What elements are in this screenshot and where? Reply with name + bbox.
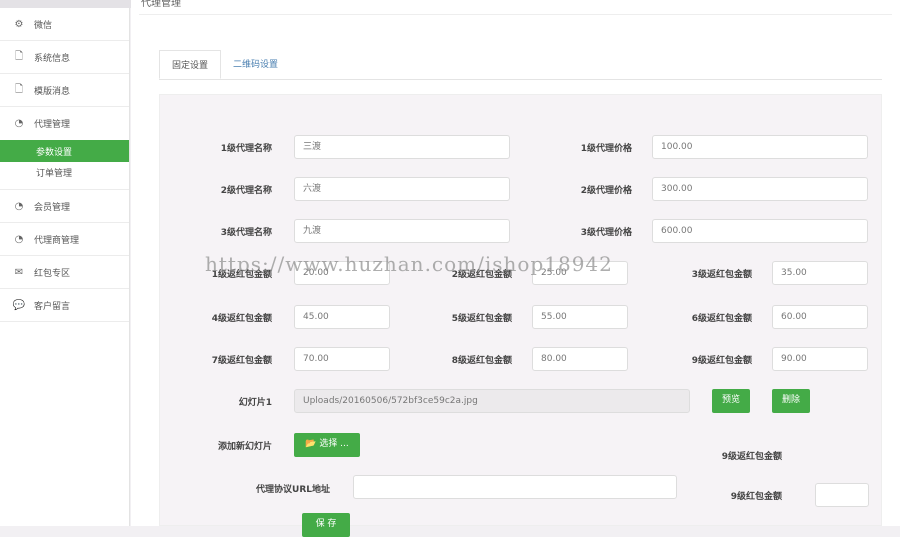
extra-label-1: 9级返红包金额: [721, 452, 782, 462]
rebate-label: 9级返红包金额: [691, 356, 752, 366]
rebate-input[interactable]: 80.00: [532, 347, 628, 371]
sidebar-item-wechat[interactable]: ⚙ 微信: [0, 8, 129, 41]
sidebar-label: 模版消息: [34, 86, 71, 97]
agent-price-label: 1级代理价格: [580, 144, 632, 154]
rebate-input[interactable]: 55.00: [532, 305, 628, 329]
slide-label: 幻灯片1: [238, 398, 272, 408]
comments-icon: 💬: [12, 299, 26, 311]
extra-label-2: 9级红包金额: [730, 492, 782, 502]
sidebar-item-system[interactable]: 🗋 系统信息: [0, 41, 129, 74]
tab-fixed-settings[interactable]: 固定设置: [159, 50, 222, 79]
agent-name-label: 1级代理名称: [220, 144, 272, 154]
slide-path-input[interactable]: Uploads/20160506/572bf3ce59c2a.jpg: [294, 389, 690, 413]
agent-name-label: 3级代理名称: [220, 228, 272, 238]
tab-bar: 固定设置 二维码设置: [159, 50, 882, 80]
add-slide-label: 添加新幻灯片: [217, 442, 272, 452]
sidebar: ⚙ 微信 🗋 系统信息 🗋 模版消息 ◔ 代理管理 参数设置 订单管理 ◔ 会员管理 ◔ 代…: [0, 8, 130, 526]
mail-icon: ✉: [14, 266, 24, 278]
rebate-input[interactable]: 45.00: [294, 305, 390, 329]
rss-icon: ◔: [14, 200, 24, 212]
file-icon: 🗋: [14, 50, 24, 62]
sidebar-sub-orders[interactable]: 订单管理: [0, 162, 129, 190]
sidebar-sub-params[interactable]: 参数设置: [0, 140, 129, 162]
file-icon: 🗋: [14, 83, 24, 95]
rebate-label: 8级返红包金额: [451, 356, 512, 366]
sidebar-item-redpacket[interactable]: ✉ 红包专区: [0, 256, 129, 289]
sidebar-label: 代理管理: [34, 120, 71, 130]
sidebar-item-agents[interactable]: ◔ 代理商管理: [0, 223, 129, 256]
agent-price-input[interactable]: 100.00: [652, 135, 868, 159]
agent-name-label: 2级代理名称: [220, 186, 272, 196]
agent-name-input[interactable]: 三渡: [294, 135, 510, 159]
watermark: https://www.huzhan.com/ishop18942: [205, 252, 613, 276]
sidebar-label: 代理商管理: [34, 235, 80, 246]
divider: [139, 14, 892, 15]
url-input[interactable]: [353, 475, 677, 499]
rebate-label: 7级返红包金额: [211, 356, 272, 366]
sidebar-item-agent[interactable]: ◔ 代理管理: [0, 107, 129, 140]
rebate-label: 6级返红包金额: [691, 314, 752, 324]
rebate-input[interactable]: 35.00: [772, 261, 868, 285]
agent-price-input[interactable]: 600.00: [652, 219, 868, 243]
sidebar-label: 系统信息: [34, 53, 71, 64]
sidebar-item-members[interactable]: ◔ 会员管理: [0, 190, 129, 223]
sidebar-item-messages[interactable]: 💬 客户留言: [0, 289, 129, 322]
rebate-label: 5级返红包金额: [451, 314, 512, 324]
preview-button[interactable]: 预览: [712, 389, 750, 413]
delete-button[interactable]: 删除: [772, 389, 810, 413]
sidebar-label: 会员管理: [34, 202, 71, 213]
tab-qrcode-settings[interactable]: 二维码设置: [221, 50, 290, 79]
agent-name-input[interactable]: 六渡: [294, 177, 510, 201]
rebate-label: 3级返红包金额: [691, 270, 752, 280]
choose-file-button[interactable]: 📂 选择 ...: [294, 433, 360, 457]
rebate-input[interactable]: 70.00: [294, 347, 390, 371]
sidebar-item-template[interactable]: 🗋 模版消息: [0, 74, 129, 107]
page-title: 代理管理: [141, 0, 181, 9]
sidebar-label: 客户留言: [34, 301, 71, 312]
sidebar-label: 微信: [34, 20, 53, 31]
rebate-label: 4级返红包金额: [211, 314, 272, 324]
rss-icon: ◔: [14, 233, 24, 245]
agent-name-input[interactable]: 九渡: [294, 219, 510, 243]
extra-input[interactable]: [815, 483, 869, 507]
save-button[interactable]: 保 存: [302, 513, 350, 537]
agent-price-input[interactable]: 300.00: [652, 177, 868, 201]
agent-price-label: 2级代理价格: [580, 186, 632, 196]
gears-icon: ⚙: [14, 18, 24, 30]
rebate-input[interactable]: 60.00: [772, 305, 868, 329]
settings-form: 1级代理名称 三渡 1级代理价格 100.00 2级代理名称 六渡 2级代理价格 300.00…: [159, 94, 882, 537]
rebate-input[interactable]: 90.00: [772, 347, 868, 371]
agent-price-label: 3级代理价格: [580, 228, 632, 238]
rss-icon: ◔: [14, 118, 24, 129]
sidebar-label: 红包专区: [34, 268, 71, 279]
folder-icon: 📂: [305, 439, 320, 449]
url-label: 代理协议URL地址: [256, 485, 330, 495]
